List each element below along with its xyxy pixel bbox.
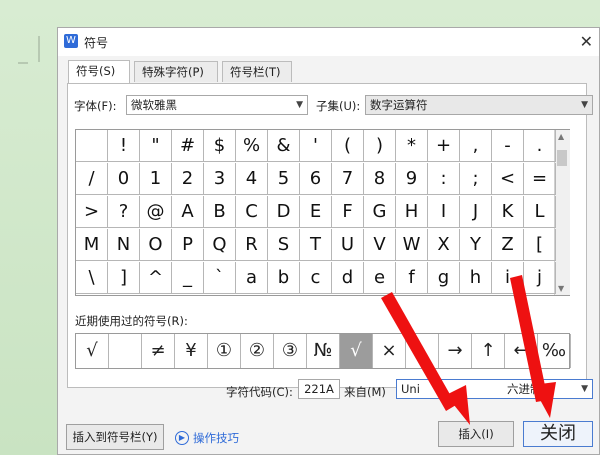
red-arrow-shaft [381, 292, 456, 411]
annotation-arrows [381, 275, 556, 425]
red-arrow-shaft [510, 275, 548, 402]
